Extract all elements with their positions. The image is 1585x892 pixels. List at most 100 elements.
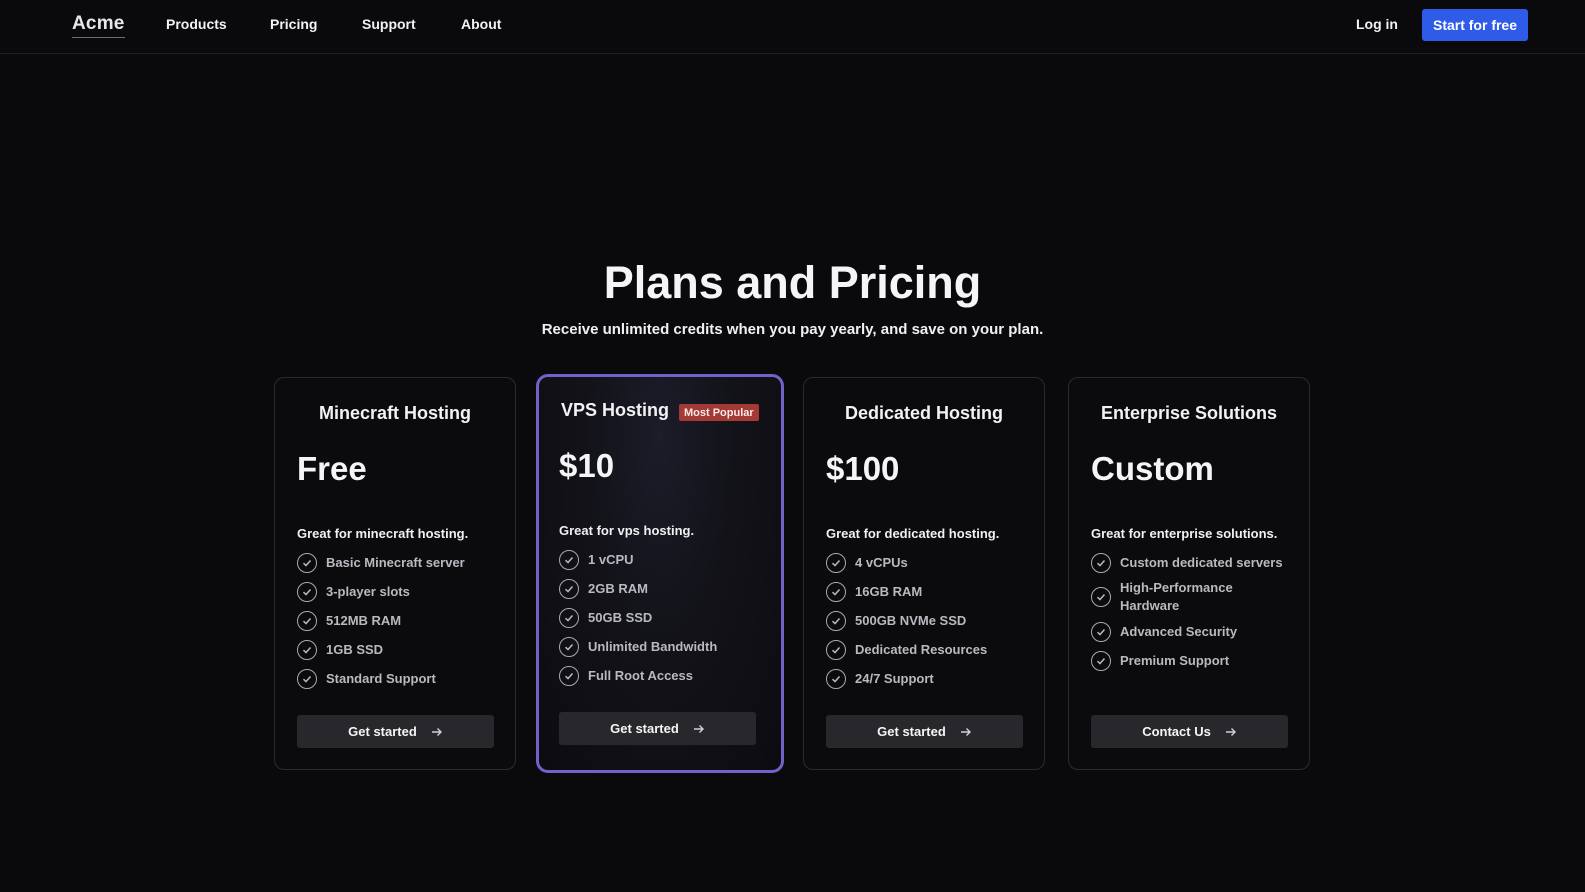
check-circle-icon (559, 607, 579, 628)
check-circle-icon (297, 552, 317, 573)
button-label: Contact Us (1142, 724, 1211, 739)
feature-item: 2GB RAM (559, 574, 759, 603)
check-circle-icon (1091, 650, 1111, 671)
feature-list: 1 vCPU 2GB RAM 50GB SSD Unlimited Bandwi… (559, 545, 759, 690)
feature-label: Basic Minecraft server (326, 554, 465, 570)
feature-label: Custom dedicated servers (1120, 554, 1283, 570)
feature-item: 1 vCPU (559, 545, 759, 574)
feature-label: High-Performance Hardware (1120, 580, 1233, 613)
feature-label: Unlimited Bandwidth (588, 638, 718, 654)
check-circle-icon (559, 636, 579, 657)
feature-item: 512MB RAM (297, 606, 497, 635)
feature-item: Standard Support (297, 664, 497, 693)
feature-label: Full Root Access (588, 667, 693, 683)
feature-item: 24/7 Support (826, 664, 1026, 693)
logo[interactable]: Acme (72, 13, 125, 38)
feature-list: Custom dedicated servers High-Performanc… (1091, 548, 1291, 675)
feature-item: 1GB SSD (297, 635, 497, 664)
check-circle-icon (559, 665, 579, 686)
feature-item: Unlimited Bandwidth (559, 632, 759, 661)
feature-label: Dedicated Resources (855, 641, 988, 657)
feature-label: 24/7 Support (855, 670, 934, 686)
check-circle-icon (297, 610, 317, 631)
arrow-right-icon (693, 723, 705, 735)
feature-label: 512MB RAM (326, 612, 402, 628)
nav-pricing[interactable]: Pricing (270, 16, 317, 32)
check-circle-icon (1091, 552, 1111, 573)
button-label: Get started (610, 721, 679, 736)
plan-card-minecraft: Minecraft Hosting Free Great for minecra… (274, 377, 516, 770)
feature-label: 1GB SSD (326, 641, 384, 657)
feature-item: Custom dedicated servers (1091, 548, 1291, 577)
feature-label: 3-player slots (326, 583, 410, 599)
plan-price: $10 (559, 447, 615, 484)
check-circle-icon (559, 578, 579, 599)
plan-card-dedicated: Dedicated Hosting $100 Great for dedicat… (803, 377, 1045, 770)
nav-products[interactable]: Products (166, 16, 227, 32)
button-label: Get started (877, 724, 946, 739)
feature-item: 16GB RAM (826, 577, 1026, 606)
most-popular-badge: Most Popular (679, 404, 759, 421)
check-circle-icon (1091, 587, 1111, 607)
check-circle-icon (826, 581, 846, 602)
feature-list: 4 vCPUs 16GB RAM 500GB NVMe SSD Dedicate… (826, 548, 1026, 693)
page-title: Plans and Pricing (603, 257, 982, 308)
plan-title: VPS Hosting (561, 400, 670, 420)
feature-label: 50GB SSD (588, 609, 653, 625)
feature-item: Full Root Access (559, 661, 759, 690)
feature-label: 2GB RAM (588, 580, 648, 596)
plan-card-enterprise: Enterprise Solutions Custom Great for en… (1068, 377, 1310, 770)
contact-us-button[interactable]: Contact Us (1091, 715, 1288, 748)
check-circle-icon (297, 581, 317, 602)
plan-title: Minecraft Hosting (318, 403, 471, 423)
feature-item: 3-player slots (297, 577, 497, 606)
check-circle-icon (297, 668, 317, 689)
feature-item: High-Performance Hardware (1091, 577, 1291, 617)
plan-description: Great for dedicated hosting. (826, 526, 1000, 541)
plan-price: $100 (826, 450, 900, 487)
feature-item: Dedicated Resources (826, 635, 1026, 664)
feature-item: 50GB SSD (559, 603, 759, 632)
check-circle-icon (559, 549, 579, 570)
feature-item: Premium Support (1091, 646, 1291, 675)
nav-support[interactable]: Support (362, 16, 416, 32)
get-started-button[interactable]: Get started (559, 712, 756, 745)
button-label: Get started (348, 724, 417, 739)
feature-label: Advanced Security (1120, 623, 1238, 639)
feature-list: Basic Minecraft server 3-player slots 51… (297, 548, 497, 693)
feature-label: Standard Support (326, 670, 436, 686)
plan-price: Free (297, 450, 367, 487)
feature-item: Advanced Security (1091, 617, 1291, 646)
login-link[interactable]: Log in (1356, 16, 1398, 32)
feature-item: 500GB NVMe SSD (826, 606, 1026, 635)
feature-label: 500GB NVMe SSD (855, 612, 967, 628)
top-navigation: Acme Products Pricing Support About Log … (0, 0, 1585, 54)
plan-title: Enterprise Solutions (1100, 403, 1278, 423)
get-started-button[interactable]: Get started (297, 715, 494, 748)
feature-label: Premium Support (1120, 652, 1230, 668)
feature-label: 1 vCPU (588, 551, 634, 567)
page-subtitle: Receive unlimited credits when you pay y… (541, 321, 1044, 338)
get-started-button[interactable]: Get started (826, 715, 1023, 748)
check-circle-icon (826, 668, 846, 689)
check-circle-icon (1091, 621, 1111, 642)
plan-description: Great for enterprise solutions. (1091, 526, 1278, 541)
nav-about[interactable]: About (461, 16, 501, 32)
plan-price: Custom (1091, 450, 1214, 487)
feature-label: 16GB RAM (855, 583, 923, 599)
check-circle-icon (826, 552, 846, 573)
feature-item: Basic Minecraft server (297, 548, 497, 577)
plan-description: Great for minecraft hosting. (297, 526, 469, 541)
plan-description: Great for vps hosting. (559, 523, 695, 538)
arrow-right-icon (1225, 726, 1237, 738)
arrow-right-icon (431, 726, 443, 738)
plan-card-vps: VPS Hosting Most Popular $10 Great for v… (536, 374, 784, 773)
check-circle-icon (826, 610, 846, 631)
feature-label: 4 vCPUs (855, 554, 908, 570)
check-circle-icon (297, 639, 317, 660)
check-circle-icon (826, 639, 846, 660)
arrow-right-icon (960, 726, 972, 738)
plan-title: Dedicated Hosting (844, 403, 1004, 423)
start-for-free-button[interactable]: Start for free (1422, 9, 1528, 41)
feature-item: 4 vCPUs (826, 548, 1026, 577)
